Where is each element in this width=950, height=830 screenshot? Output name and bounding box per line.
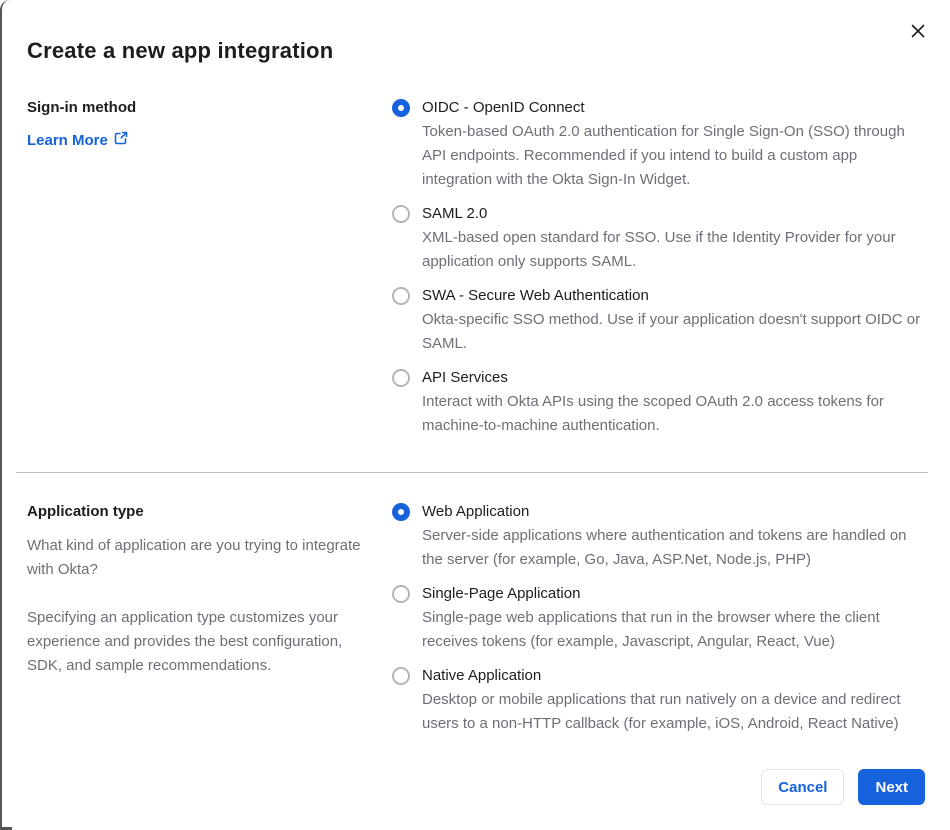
option-description-web-application: Server-side applications where authentic… (422, 527, 907, 568)
option-description-single-page-application: Single-page web applications that run in… (422, 609, 880, 650)
close-icon (911, 24, 925, 41)
radio-swa[interactable] (392, 287, 410, 305)
cancel-button[interactable]: Cancel (761, 769, 845, 805)
radio-oidc-selected[interactable] (392, 99, 410, 117)
option-text: Single-Page Application Single-page web … (422, 582, 925, 654)
dialog-footer: Cancel Next (761, 769, 925, 805)
sign-in-method-options: OIDC - OpenID Connect Token-based OAuth … (392, 96, 925, 438)
radio-api-services[interactable] (392, 369, 410, 387)
option-label-web-application: Web Application (422, 503, 530, 520)
external-link-icon (114, 129, 128, 153)
radio-option-api-services[interactable]: API Services Interact with Okta APIs usi… (392, 366, 925, 438)
option-label-single-page-application: Single-Page Application (422, 585, 581, 602)
application-type-section: Application type What kind of applicatio… (2, 500, 950, 736)
close-button[interactable] (906, 20, 930, 44)
radio-web-application-selected[interactable] (392, 503, 410, 521)
option-description-oidc: Token-based OAuth 2.0 authentication for… (422, 123, 905, 188)
application-type-options: Web Application Server-side applications… (392, 500, 925, 736)
learn-more-link[interactable]: Learn More (27, 129, 128, 153)
option-label-oidc: OIDC - OpenID Connect (422, 99, 585, 116)
option-text: OIDC - OpenID Connect Token-based OAuth … (422, 96, 925, 192)
option-label-api-services: API Services (422, 369, 508, 386)
option-description-native-application: Desktop or mobile applications that run … (422, 691, 901, 732)
application-type-heading: Application type (27, 503, 144, 520)
option-label-saml: SAML 2.0 (422, 205, 488, 222)
option-text: Native Application Desktop or mobile app… (422, 664, 925, 736)
option-description-api-services: Interact with Okta APIs using the scoped… (422, 393, 884, 434)
application-type-explanation: Specifying an application type customize… (27, 609, 343, 674)
radio-option-single-page-application[interactable]: Single-Page Application Single-page web … (392, 582, 925, 654)
sign-in-method-section: Sign-in method Learn More OIDC - OpenID … (2, 96, 950, 438)
option-label-native-application: Native Application (422, 667, 542, 684)
option-description-swa: Okta-specific SSO method. Use if your ap… (422, 311, 921, 352)
radio-option-swa[interactable]: SWA - Secure Web Authentication Okta-spe… (392, 284, 925, 356)
option-label-swa: SWA - Secure Web Authentication (422, 287, 649, 304)
option-text: SWA - Secure Web Authentication Okta-spe… (422, 284, 925, 356)
learn-more-label: Learn More (27, 132, 108, 149)
radio-option-web-application[interactable]: Web Application Server-side applications… (392, 500, 925, 572)
option-description-saml: XML-based open standard for SSO. Use if … (422, 229, 896, 270)
sign-in-method-left-column: Sign-in method Learn More (27, 96, 392, 438)
page-title: Create a new app integration (27, 38, 334, 63)
sign-in-method-heading: Sign-in method (27, 99, 137, 116)
option-text: SAML 2.0 XML-based open standard for SSO… (422, 202, 925, 274)
radio-single-page-application[interactable] (392, 585, 410, 603)
radio-option-oidc[interactable]: OIDC - OpenID Connect Token-based OAuth … (392, 96, 925, 192)
next-button[interactable]: Next (858, 769, 925, 805)
application-type-question: What kind of application are you trying … (27, 537, 361, 578)
radio-saml[interactable] (392, 205, 410, 223)
application-type-left-column: Application type What kind of applicatio… (27, 500, 392, 736)
radio-option-native-application[interactable]: Native Application Desktop or mobile app… (392, 664, 925, 736)
radio-option-saml[interactable]: SAML 2.0 XML-based open standard for SSO… (392, 202, 925, 274)
section-divider (16, 472, 928, 473)
radio-native-application[interactable] (392, 667, 410, 685)
option-text: Web Application Server-side applications… (422, 500, 925, 572)
create-app-integration-dialog: Create a new app integration Sign-in met… (0, 0, 950, 830)
option-text: API Services Interact with Okta APIs usi… (422, 366, 925, 438)
